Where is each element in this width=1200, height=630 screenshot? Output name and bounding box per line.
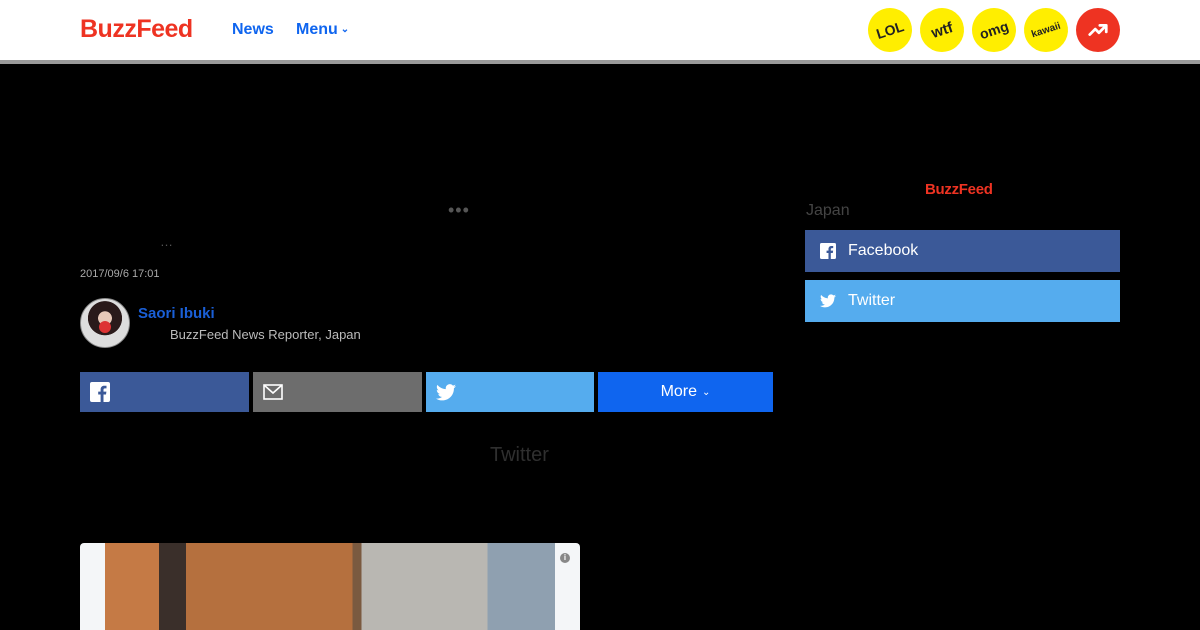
header-divider <box>0 60 1200 64</box>
sidebar-facebook-button[interactable]: Facebook <box>805 230 1120 272</box>
chevron-down-icon: ⌄ <box>702 386 711 398</box>
facebook-icon <box>820 243 836 259</box>
info-icon[interactable]: i <box>560 553 570 563</box>
buzzfeed-logo[interactable]: BuzzFeed <box>80 14 193 44</box>
sidebar-label: Japan <box>806 202 850 219</box>
trending-arrow-icon <box>1088 24 1108 36</box>
share-more-button[interactable]: More ⌄ <box>598 372 773 412</box>
sidebar-twitter-button[interactable]: Twitter <box>805 280 1120 322</box>
email-icon <box>263 384 283 400</box>
share-more-label: More <box>660 383 698 400</box>
sidebar-facebook-label: Facebook <box>848 242 919 259</box>
nav-menu-button[interactable]: Menu ⌄ <box>296 20 349 42</box>
embedded-media-card[interactable]: i <box>80 543 580 630</box>
trending-button[interactable] <box>1076 8 1120 52</box>
author-avatar[interactable] <box>80 298 130 348</box>
title-ellipsis: … <box>160 234 173 249</box>
embed-heading: Twitter <box>490 444 549 466</box>
twitter-icon <box>436 383 456 400</box>
author-role: BuzzFeed News Reporter, Japan <box>170 327 361 342</box>
avatar-flower <box>99 321 111 333</box>
chevron-down-icon: ⌄ <box>340 24 350 35</box>
nav-news-link[interactable]: News <box>232 20 274 40</box>
badge-lol[interactable]: LOL <box>862 2 918 58</box>
author-name-link[interactable]: Saori Ibuki <box>138 305 215 322</box>
share-email-button[interactable] <box>253 372 422 412</box>
share-twitter-button[interactable] <box>426 372 594 412</box>
facebook-icon <box>90 382 110 402</box>
embedded-photo[interactable] <box>105 543 555 630</box>
share-facebook-button[interactable] <box>80 372 249 412</box>
badge-wtf[interactable]: wtf <box>914 2 970 58</box>
publish-date: 2017/09/6 17:01 <box>80 268 160 280</box>
nav-menu-label: Menu <box>296 21 338 38</box>
twitter-icon <box>820 294 836 308</box>
badge-omg[interactable]: omg <box>966 2 1022 58</box>
site-header: BuzzFeed News Menu ⌄ LOL wtf omg kawaii <box>0 0 1200 60</box>
sidebar-buzzfeed-logo: BuzzFeed <box>925 181 993 198</box>
badge-kawaii[interactable]: kawaii <box>1018 2 1074 58</box>
loading-dots: ••• <box>448 200 470 220</box>
sidebar-twitter-label: Twitter <box>848 292 896 309</box>
